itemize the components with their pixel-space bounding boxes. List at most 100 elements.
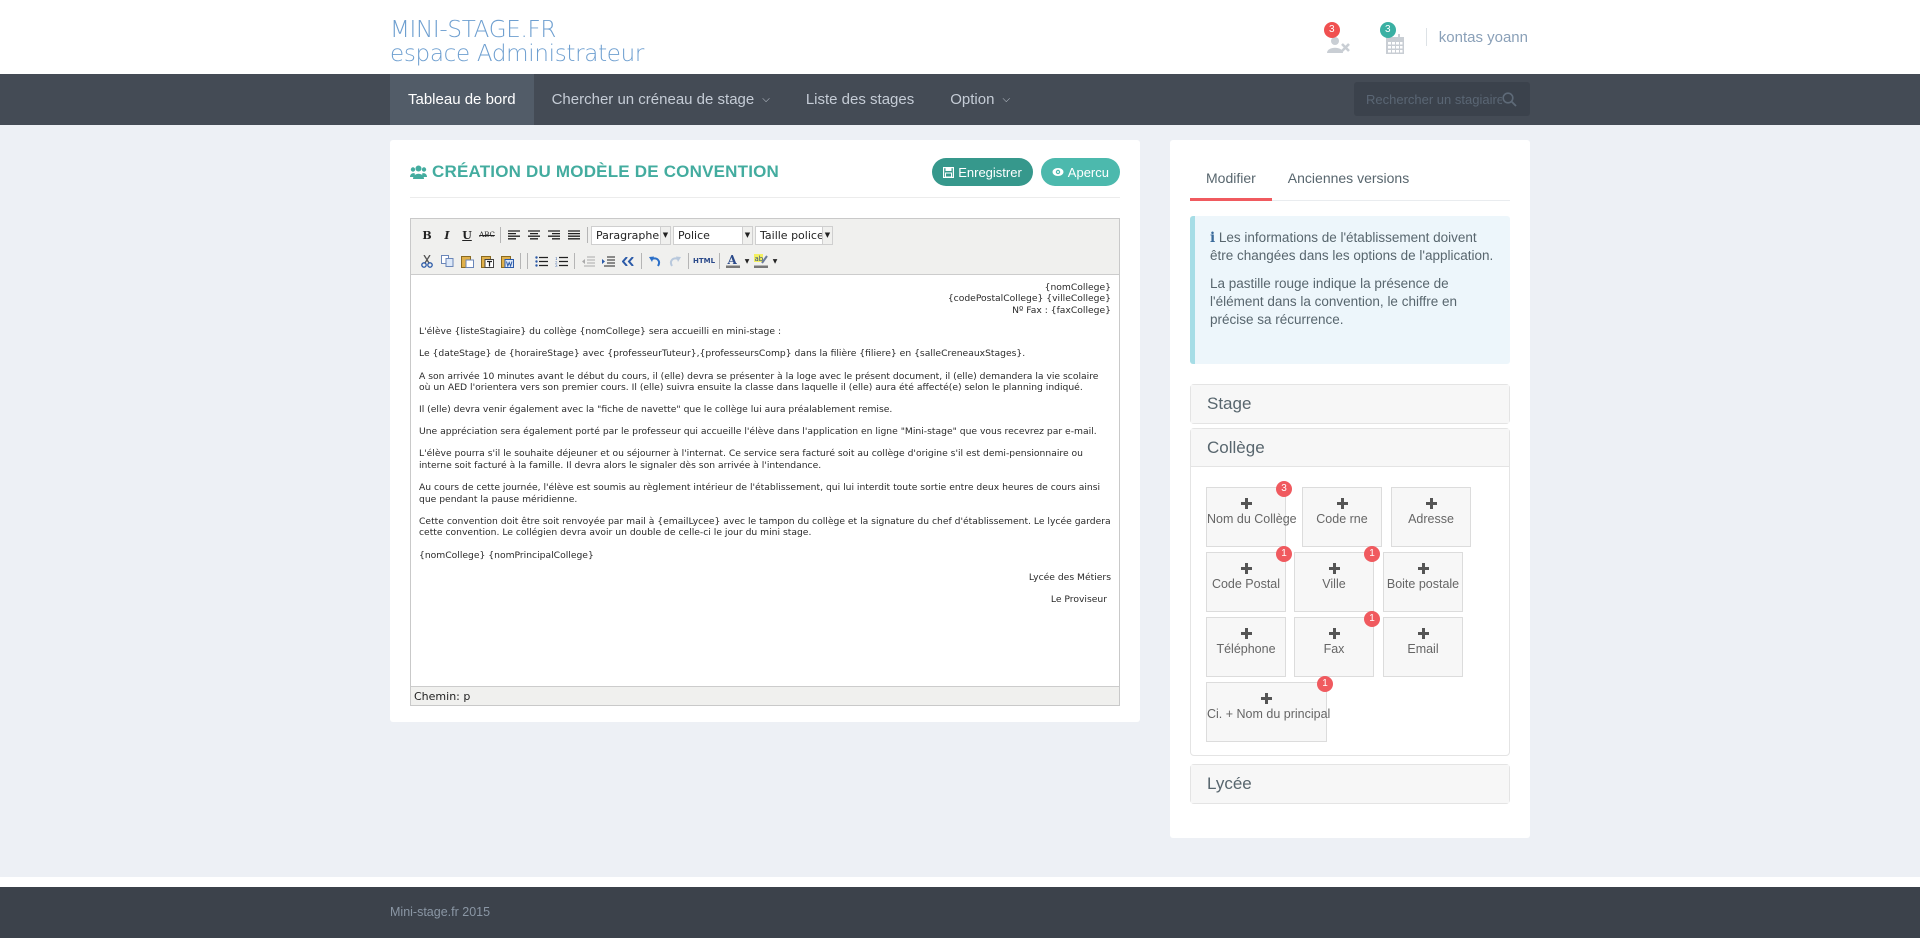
- field-tile-code-rne[interactable]: Code rne: [1302, 487, 1382, 547]
- section-stage-header[interactable]: Stage: [1191, 385, 1509, 423]
- nav-item-label: Option: [950, 91, 995, 108]
- tab-modifier[interactable]: Modifier: [1190, 166, 1272, 201]
- section-lycee-header[interactable]: Lycée: [1191, 765, 1509, 803]
- field-tile-nom-principal[interactable]: Ci. + Nom du principal 1: [1206, 676, 1333, 742]
- field-tile-label: Email: [1407, 642, 1439, 656]
- content-line: Nº Fax : {faxCollege}: [1012, 304, 1111, 316]
- field-tile-boite-postale[interactable]: Boite postale: [1383, 552, 1463, 612]
- redo-button[interactable]: [665, 251, 685, 271]
- preview-button[interactable]: Apercu: [1040, 158, 1120, 186]
- field-tile-label: Nom du Collège: [1207, 512, 1297, 526]
- paste-icon: [460, 255, 474, 268]
- search-icon[interactable]: [1502, 91, 1517, 107]
- text-color-dropdown[interactable]: ▼: [743, 251, 751, 271]
- content-paragraph: L'élève {listeStagiaire} du collège {nom…: [419, 326, 782, 338]
- footer-copyright: Mini-stage.fr 2015: [390, 905, 491, 919]
- editor-content[interactable]: {nomCollege} {codePostalCollege} {villeC…: [411, 275, 1119, 687]
- field-tile-email[interactable]: Email: [1383, 617, 1463, 677]
- section-lycee: Lycée: [1190, 764, 1510, 804]
- highlight-color-dropdown[interactable]: ▼: [771, 251, 779, 271]
- paste-button[interactable]: [457, 251, 477, 271]
- align-center-button[interactable]: [524, 225, 544, 245]
- align-left-button[interactable]: [504, 225, 524, 245]
- align-right-button[interactable]: [544, 225, 564, 245]
- align-justify-button[interactable]: [564, 225, 584, 245]
- save-button[interactable]: Enregistrer: [932, 158, 1033, 186]
- field-tile-ville[interactable]: Ville 1: [1294, 546, 1380, 612]
- toolbar-separator: [574, 253, 575, 269]
- font-select[interactable]: Police ▼: [673, 225, 753, 245]
- field-tile-nom-college[interactable]: Nom du Collège 3: [1206, 481, 1297, 547]
- bullet-list-button[interactable]: [531, 251, 551, 271]
- footer-spacer: [0, 877, 1920, 887]
- field-tile-adresse[interactable]: Adresse: [1391, 487, 1471, 547]
- paste-text-button[interactable]: [477, 251, 497, 271]
- header-actions: 3 3 kontas yoann: [1300, 20, 1528, 54]
- usage-count-badge: 1: [1364, 611, 1380, 627]
- bold-button[interactable]: B: [417, 225, 437, 245]
- undo-button[interactable]: [645, 251, 665, 271]
- section-college-header[interactable]: Collège: [1191, 429, 1509, 467]
- plus-icon: [1336, 498, 1348, 509]
- notification-count-badge: 3: [1379, 22, 1396, 38]
- top-header: MINI-STAGE.FR espace Administrateur 3 3 …: [0, 0, 1920, 74]
- nav-item-search-slot[interactable]: Chercher un créneau de stage ⌵: [534, 74, 788, 125]
- toolbar-separator: [527, 253, 528, 269]
- editor-path-bar: Chemin: p: [411, 686, 1119, 705]
- font-select-value: Police: [678, 228, 710, 242]
- numbered-list-button[interactable]: 123: [551, 251, 571, 271]
- preview-button-label: Apercu: [1067, 164, 1109, 180]
- text-color-icon: A: [726, 254, 740, 268]
- toolbar-separator: [688, 253, 689, 269]
- text-color-button[interactable]: A: [723, 251, 743, 271]
- outdent-button[interactable]: [578, 251, 598, 271]
- highlight-color-button[interactable]: ab: [751, 251, 771, 271]
- cut-button[interactable]: [417, 251, 437, 271]
- html-source-button[interactable]: HTML: [692, 251, 716, 271]
- format-select[interactable]: Paragraphe ▼: [591, 225, 671, 245]
- field-tile-label: Téléphone: [1216, 642, 1276, 656]
- nav-item-internship-list[interactable]: Liste des stages: [788, 74, 932, 125]
- page-title: CRÉATION DU MODÈLE DE CONVENTION: [410, 162, 779, 182]
- blockquote-button[interactable]: [618, 251, 638, 271]
- toolbar-separator: [719, 253, 720, 269]
- user-menu[interactable]: kontas yoann: [1439, 29, 1528, 46]
- field-tile-code-postal[interactable]: Code Postal 1: [1206, 546, 1292, 612]
- svg-text:3: 3: [555, 263, 558, 267]
- italic-button[interactable]: I: [437, 225, 457, 245]
- font-size-select-value: Taille police: [760, 228, 824, 242]
- strikethrough-button[interactable]: ABC: [477, 225, 497, 245]
- calendar-notification[interactable]: 3: [1378, 20, 1412, 54]
- section-college: Collège Nom du Collège 3 Code rne Adress…: [1190, 428, 1510, 756]
- info-icon: i: [1210, 230, 1216, 246]
- nav-item-label: Chercher un créneau de stage: [551, 91, 755, 108]
- field-tile-label: Adresse: [1408, 512, 1454, 526]
- info-text: La pastille rouge indique la présence de…: [1210, 275, 1457, 328]
- save-button-label: Enregistrer: [958, 164, 1022, 180]
- toolbar-separator: [500, 227, 501, 243]
- search-intern-input[interactable]: [1366, 91, 1502, 107]
- bullet-list-icon: [534, 255, 548, 267]
- brand-logo[interactable]: MINI-STAGE.FR espace Administrateur: [390, 18, 644, 66]
- paste-word-icon: [500, 255, 514, 268]
- nav-item-option[interactable]: Option ⌵: [932, 74, 1028, 125]
- quote-icon: [622, 256, 634, 266]
- font-size-select[interactable]: Taille police ▼: [755, 225, 833, 245]
- nav-menu: Tableau de bord Chercher un créneau de s…: [390, 74, 1028, 125]
- fields-sidebar: Modifier Anciennes versions i Les inform…: [1170, 140, 1530, 838]
- field-tile-fax[interactable]: Fax 1: [1294, 611, 1380, 677]
- numbered-list-icon: 123: [555, 256, 568, 267]
- nav-item-label: Liste des stages: [805, 91, 915, 108]
- underline-button[interactable]: U: [457, 225, 477, 245]
- removed-interns-notification[interactable]: 3: [1322, 20, 1356, 54]
- paste-word-button[interactable]: [497, 251, 517, 271]
- tab-old-versions[interactable]: Anciennes versions: [1272, 166, 1425, 201]
- nav-item-dashboard[interactable]: Tableau de bord: [390, 74, 534, 125]
- copy-button[interactable]: [437, 251, 457, 271]
- align-left-icon: [508, 230, 520, 240]
- field-tile-telephone[interactable]: Téléphone: [1206, 617, 1286, 677]
- redo-icon: [669, 256, 681, 267]
- eye-icon: [1052, 168, 1064, 176]
- info-alert: i Les informations de l'établissement do…: [1190, 216, 1510, 364]
- indent-button[interactable]: [598, 251, 618, 271]
